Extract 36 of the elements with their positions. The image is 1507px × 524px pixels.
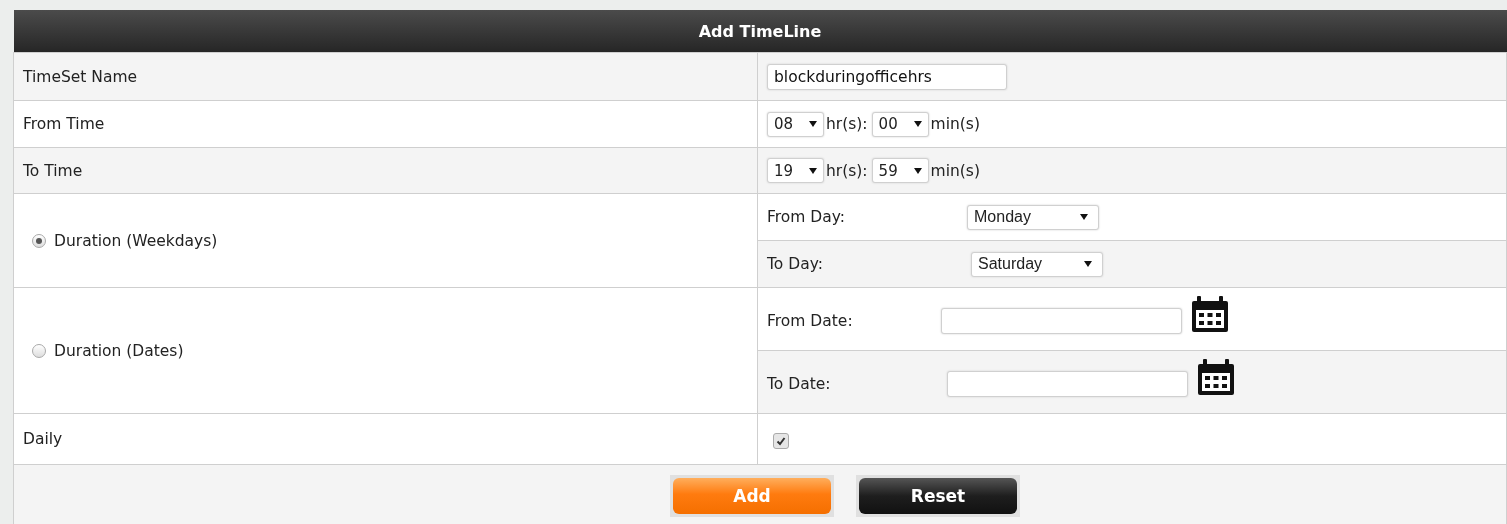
unit-label: min(s) (930, 115, 980, 133)
caret-icon (913, 167, 922, 174)
field-label: To Day: (767, 255, 824, 273)
unit-label: min(s) (930, 161, 980, 180)
field-label: To Time (23, 161, 83, 180)
date-field[interactable] (941, 308, 1182, 334)
unit-label: hr(s): (826, 115, 868, 133)
radio-button[interactable] (32, 343, 46, 358)
caret-icon (809, 121, 817, 127)
field-label: From Time (23, 115, 105, 133)
form-title: Add TimeLine (13, 10, 1507, 53)
unit-label: hr(s): (826, 161, 868, 180)
day-select[interactable]: Monday (967, 204, 1099, 230)
caret-icon (809, 167, 817, 174)
minute-select[interactable]: 00 (871, 111, 929, 137)
hour-select[interactable]: 19 (767, 158, 824, 183)
calendar-icon[interactable] (1196, 359, 1236, 395)
minute-select[interactable]: 59 (871, 158, 929, 183)
radio-button[interactable] (32, 233, 46, 248)
field-label: To Date: (767, 375, 832, 393)
caret-icon (1080, 214, 1088, 220)
timeset-name-field[interactable]: blockduringofficehrs (767, 63, 1007, 90)
checkbox[interactable] (773, 432, 789, 449)
hour-select[interactable]: 08 (767, 111, 824, 137)
day-select[interactable]: Saturday (971, 251, 1103, 277)
field-label: From Date: (767, 312, 854, 330)
field-label: TimeSet Name (23, 67, 138, 86)
caret-icon (913, 121, 922, 127)
option-label: Duration (Dates) (54, 341, 184, 360)
field-label: Daily (23, 430, 63, 448)
calendar-icon[interactable] (1190, 296, 1230, 332)
form-button[interactable]: Reset (859, 478, 1017, 514)
caret-icon (1084, 261, 1092, 267)
date-field[interactable] (947, 371, 1188, 397)
field-label: From Day: (767, 208, 847, 226)
option-label: Duration (Weekdays) (54, 231, 218, 250)
